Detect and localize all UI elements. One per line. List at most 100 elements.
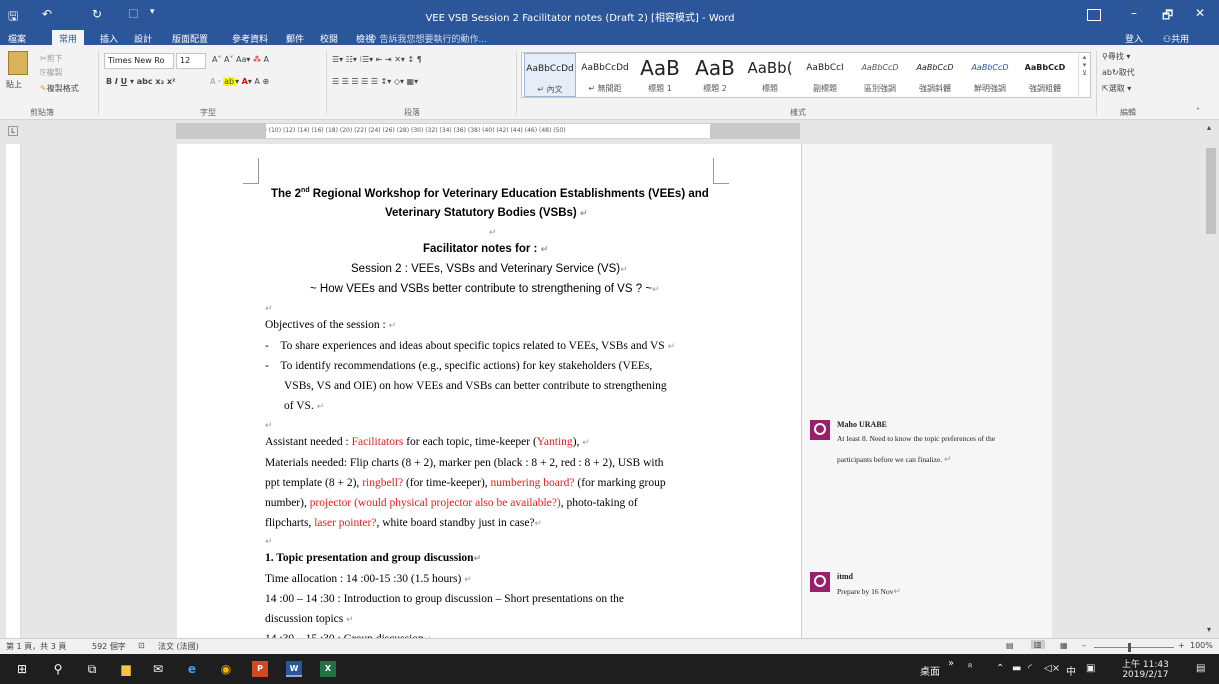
task-view-icon[interactable]: ⧉ xyxy=(84,661,100,677)
restore-button[interactable]: 🗗 xyxy=(1162,6,1173,27)
font-size-controls[interactable]: A˄ A˅ Aa▾ ⁂ A xyxy=(212,55,269,64)
style-heading-1[interactable]: AaB 標題 1 xyxy=(634,53,686,97)
ime-mode-icon[interactable]: ▣ xyxy=(1086,663,1095,674)
paragraph-mark: ↵ xyxy=(265,536,273,546)
vertical-scrollbar[interactable]: ▴ ▾ xyxy=(1203,120,1219,638)
style-no-spacing[interactable]: AaBbCcDd ↵ 無間距 xyxy=(579,53,631,97)
style-heading-2[interactable]: AaB 標題 2 xyxy=(689,53,741,97)
scrollbar-thumb[interactable] xyxy=(1206,148,1216,234)
close-button[interactable]: ✕ xyxy=(1195,6,1205,20)
toolbar-overflow[interactable]: » xyxy=(948,658,954,669)
style-strong[interactable]: AaBbCcD 強調粗體 xyxy=(1019,53,1071,97)
ruler-scale[interactable]: (8) (6) (4) (2) ( ) (2) (4) (6) (8) (10)… xyxy=(176,123,800,139)
style-title[interactable]: AaBb(標題 xyxy=(744,53,796,97)
style-subtitle[interactable]: AaBbCcI 副標題 xyxy=(799,53,851,97)
style-normal[interactable]: AaBbCcDd ↵ 內文 xyxy=(524,53,576,97)
search-icon[interactable]: ⚲ xyxy=(50,661,66,677)
alignment-buttons[interactable]: ☰ ☰ ☰ ☰ ☰ ↕▾ ◇▾ ▦▾ xyxy=(332,77,418,86)
tell-me-box[interactable]: ♀ 告訴我您想要執行的動作... xyxy=(370,32,487,45)
font-format-buttons[interactable]: B I U ▾ abc x₂ x² xyxy=(106,77,176,86)
list-buttons[interactable]: ☰▾ ☷▾ ⁝☰▾ ⇤ ⇥ ✕▾ ↕ ¶ xyxy=(332,55,422,64)
font-name-box[interactable]: Times New Ro xyxy=(104,53,174,69)
tab-home[interactable]: 常用 xyxy=(52,30,85,45)
desktop-toolbar[interactable]: 桌面 xyxy=(920,663,940,678)
cut-button[interactable]: ✂剪下 xyxy=(40,53,63,64)
zoom-level[interactable]: 100% xyxy=(1190,641,1213,650)
minimize-button[interactable]: – xyxy=(1131,6,1137,20)
tab-insert[interactable]: 插入 xyxy=(100,32,118,45)
print-layout-icon[interactable]: ▥ xyxy=(1031,640,1045,649)
file-explorer-icon[interactable]: ▆ xyxy=(118,661,134,677)
ribbon-tabs: 檔案 常用 插入 設計 版面配置 參考資料 郵件 校閱 檢視 ♀ 告訴我您想要執… xyxy=(0,30,1219,45)
start-icon[interactable]: ⊞ xyxy=(14,661,30,677)
ribbon-display-icon[interactable] xyxy=(1087,9,1101,21)
paste-icon[interactable] xyxy=(8,51,28,75)
status-bar: 第 1 頁，共 3 頁 592 個字 ⊡ 法文 (法國) ▤ ▥ ▦ – + 1… xyxy=(0,638,1219,654)
doc-subtitle: ~ How VEEs and VSBs better contribute to… xyxy=(310,283,660,295)
copy-button[interactable]: ⎘複製 xyxy=(40,67,62,78)
find-button[interactable]: ⚲尋找 ▾ xyxy=(1102,51,1130,62)
undo-icon[interactable]: ↶ xyxy=(42,7,52,21)
doc-section-1-heading: 1. Topic presentation and group discussi… xyxy=(265,552,482,564)
tab-selector-icon[interactable]: L xyxy=(8,126,18,136)
paste-button[interactable]: 貼上 xyxy=(6,79,22,90)
tab-design[interactable]: 設計 xyxy=(134,32,152,45)
group-paragraph-label: 段落 xyxy=(404,108,420,117)
zoom-in-button[interactable]: + xyxy=(1178,641,1185,650)
powerpoint-icon[interactable]: P xyxy=(252,661,268,677)
style-intense-emphasis[interactable]: AaBbCcD 鮮明強調 xyxy=(964,53,1016,97)
edge-icon[interactable]: e xyxy=(184,661,200,677)
collapse-ribbon-icon[interactable]: ˄ xyxy=(1196,107,1200,116)
tab-file[interactable]: 檔案 xyxy=(8,32,26,45)
font-size-box[interactable]: 12 xyxy=(176,53,206,69)
tab-review[interactable]: 校閱 xyxy=(320,32,338,45)
tab-layout[interactable]: 版面配置 xyxy=(172,32,208,45)
login-link[interactable]: 登入 xyxy=(1125,32,1143,45)
zoom-slider-thumb[interactable] xyxy=(1128,643,1131,652)
chrome-icon[interactable]: ◉ xyxy=(218,661,234,677)
select-button[interactable]: ⇱選取 ▾ xyxy=(1102,83,1131,94)
customize-toolbar-icon[interactable]: ▾ xyxy=(150,7,155,17)
format-painter-button[interactable]: ✎複製格式 xyxy=(40,83,79,94)
excel-icon[interactable]: X xyxy=(320,661,336,677)
battery-icon[interactable]: ▬ xyxy=(1012,663,1021,674)
window-title: VEE VSB Session 2 Facilitator notes (Dra… xyxy=(425,13,735,24)
proofing-icon[interactable]: ⊡ xyxy=(138,641,145,650)
pointer-icon: ⇱ xyxy=(1102,84,1109,93)
share-button[interactable]: ⚇共用 xyxy=(1163,32,1189,45)
document-page[interactable]: The 2nd Regional Workshop for Veterinary… xyxy=(177,144,801,645)
tab-mailings[interactable]: 郵件 xyxy=(286,32,304,45)
word-icon[interactable]: W xyxy=(286,661,302,677)
clock[interactable]: 上午 11:43 2019/2/17 xyxy=(1122,657,1169,680)
read-mode-icon[interactable]: ▤ xyxy=(1006,641,1014,650)
network-icon[interactable]: ◜ xyxy=(1028,663,1032,674)
ime-indicator[interactable]: 中 xyxy=(1066,663,1076,678)
page-count[interactable]: 第 1 頁，共 3 頁 xyxy=(6,641,66,652)
save-icon[interactable]: 🖫 xyxy=(8,7,18,28)
font-color-buttons[interactable]: A · ab▾ A▾ A ⊕ xyxy=(210,77,269,86)
volume-icon[interactable]: ◁× xyxy=(1044,663,1060,674)
style-emphasis[interactable]: AaBbCcD 強調斜體 xyxy=(909,53,961,97)
redo-icon[interactable]: ↻ xyxy=(92,7,102,21)
styles-scroll[interactable]: ▴ ▾ ⊻ xyxy=(1078,53,1090,97)
mail-icon[interactable]: ✉ xyxy=(150,661,166,677)
language-indicator[interactable]: 法文 (法國) xyxy=(158,641,199,652)
group-editing-label: 編輯 xyxy=(1120,108,1136,117)
show-hidden-icons[interactable]: ⌃ xyxy=(996,663,1004,674)
zoom-slider[interactable] xyxy=(1094,647,1174,648)
tab-references[interactable]: 參考資料 xyxy=(232,32,268,45)
comments-pane: Maho URABE At least 8. Need to know the … xyxy=(801,144,1052,638)
comment-text[interactable]: Prepare by 16 Nov↵ xyxy=(837,581,901,602)
touch-mode-icon[interactable]: ☐ xyxy=(128,7,139,21)
style-subtle-emphasis[interactable]: AaBbCcD 區別強調 xyxy=(854,53,906,97)
scroll-up-icon[interactable]: ▴ xyxy=(1207,123,1211,132)
doc-materials-line1: Materials needed: Flip charts (8 + 2), m… xyxy=(265,457,664,469)
word-count[interactable]: 592 個字 xyxy=(92,641,126,652)
web-layout-icon[interactable]: ▦ xyxy=(1060,641,1068,650)
notification-icon[interactable]: ▤ xyxy=(1196,663,1205,674)
zoom-out-button[interactable]: – xyxy=(1082,641,1086,650)
people-icon[interactable]: ᴿ xyxy=(968,663,972,674)
comment-text[interactable]: At least 8. Need to know the topic prefe… xyxy=(837,429,995,470)
replace-button[interactable]: ab↻取代 xyxy=(1102,67,1135,78)
scroll-down-icon[interactable]: ▾ xyxy=(1207,625,1211,634)
